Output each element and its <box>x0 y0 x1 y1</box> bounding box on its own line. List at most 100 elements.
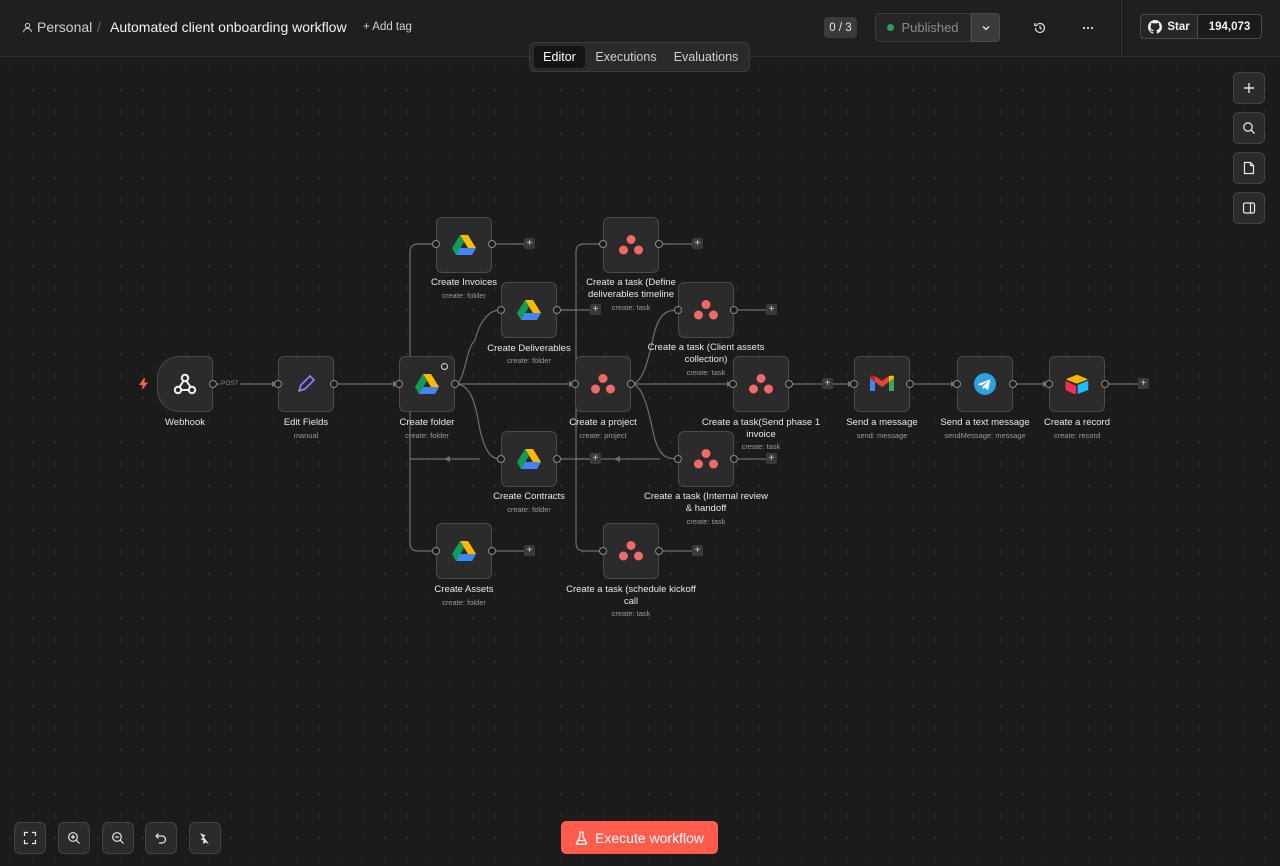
output-port[interactable] <box>488 547 496 555</box>
pencil-icon <box>294 372 318 396</box>
undo-icon <box>154 831 168 845</box>
node-edit-fields[interactable] <box>278 356 334 412</box>
output-port[interactable] <box>730 455 738 463</box>
add-node-button[interactable]: + <box>692 238 703 249</box>
input-port[interactable] <box>1045 380 1053 388</box>
output-port[interactable] <box>451 380 459 388</box>
input-port[interactable] <box>497 455 505 463</box>
add-node-button[interactable]: + <box>692 545 703 556</box>
google-drive-icon <box>517 448 541 470</box>
execute-workflow-button[interactable]: Execute workflow <box>561 821 718 854</box>
flask-icon <box>575 830 588 845</box>
input-port[interactable] <box>674 306 682 314</box>
sticky-note-button[interactable] <box>1233 152 1265 184</box>
tidy-up-button[interactable] <box>189 822 221 854</box>
node-label: Create a record <box>1043 417 1110 428</box>
node-subtitle: create: task <box>611 609 651 618</box>
node-create-invoices[interactable] <box>436 217 492 273</box>
node-label: Create Assets <box>434 584 494 595</box>
input-port[interactable] <box>274 380 282 388</box>
node-create-record[interactable] <box>1049 356 1105 412</box>
add-node-button[interactable]: + <box>1138 378 1149 389</box>
node-label: Create a task (Define deliverables timel… <box>586 277 676 300</box>
output-port[interactable] <box>655 547 663 555</box>
node-send-text-message[interactable] <box>957 356 1013 412</box>
output-port[interactable] <box>785 380 793 388</box>
node-label: Create a project <box>569 417 637 428</box>
node-label: Edit Fields <box>283 417 329 428</box>
input-port[interactable] <box>674 455 682 463</box>
input-port[interactable] <box>599 240 607 248</box>
node-send-message[interactable] <box>854 356 910 412</box>
asana-icon <box>693 448 719 470</box>
node-label: Create folder <box>399 417 455 428</box>
input-port[interactable] <box>953 380 961 388</box>
search-nodes-button[interactable] <box>1233 112 1265 144</box>
output-port[interactable] <box>553 306 561 314</box>
tab-executions[interactable]: Executions <box>588 46 664 68</box>
tab-editor[interactable]: Editor <box>534 46 585 68</box>
zoom-in-button[interactable] <box>58 822 90 854</box>
add-node-button[interactable]: + <box>766 453 777 464</box>
input-port[interactable] <box>599 547 607 555</box>
sticky-note-icon <box>1242 161 1256 175</box>
input-port[interactable] <box>432 547 440 555</box>
node-task-define-deliverables[interactable] <box>603 217 659 273</box>
google-drive-icon <box>415 373 439 395</box>
node-task-client-assets[interactable] <box>678 282 734 338</box>
output-port[interactable] <box>627 380 635 388</box>
node-label: Create a task (Internal review & handoff <box>643 491 769 514</box>
output-port[interactable] <box>1009 380 1017 388</box>
google-drive-icon <box>452 540 476 562</box>
node-label: Create Contracts <box>493 491 565 502</box>
input-port[interactable] <box>432 240 440 248</box>
node-subtitle: create: folder <box>405 431 449 440</box>
view-tabs: Editor Executions Evaluations <box>529 42 750 72</box>
google-drive-icon <box>452 234 476 256</box>
node-create-deliverables[interactable] <box>501 282 557 338</box>
node-webhook[interactable] <box>157 356 213 412</box>
input-port[interactable] <box>395 380 403 388</box>
add-node-panel-button[interactable] <box>1233 72 1265 104</box>
add-node-button[interactable]: + <box>822 378 833 389</box>
node-create-project[interactable] <box>575 356 631 412</box>
tab-evaluations[interactable]: Evaluations <box>667 46 745 68</box>
asana-icon <box>693 299 719 321</box>
execute-workflow-label: Execute workflow <box>595 829 704 846</box>
output-port[interactable] <box>488 240 496 248</box>
node-label: Create a task (schedule kickoff call <box>566 584 696 607</box>
node-task-internal-review[interactable] <box>678 431 734 487</box>
undo-button[interactable] <box>145 822 177 854</box>
webhook-edge-label: POST <box>220 380 240 387</box>
output-port[interactable] <box>330 380 338 388</box>
output-port[interactable] <box>553 455 561 463</box>
add-node-button[interactable]: + <box>524 238 535 249</box>
node-task-kickoff-call[interactable] <box>603 523 659 579</box>
google-drive-icon <box>517 299 541 321</box>
node-subtitle: create: task <box>686 517 726 526</box>
asana-icon <box>618 234 644 256</box>
zoom-out-button[interactable] <box>102 822 134 854</box>
node-task-send-invoice[interactable] <box>733 356 789 412</box>
input-port[interactable] <box>850 380 858 388</box>
add-node-button[interactable]: + <box>524 545 535 556</box>
add-node-button[interactable]: + <box>590 453 601 464</box>
plus-icon <box>1242 81 1256 95</box>
input-port[interactable] <box>729 380 737 388</box>
add-node-button[interactable]: + <box>766 304 777 315</box>
node-create-assets[interactable] <box>436 523 492 579</box>
output-port[interactable] <box>906 380 914 388</box>
input-port[interactable] <box>571 380 579 388</box>
input-port[interactable] <box>497 306 505 314</box>
output-port[interactable] <box>730 306 738 314</box>
node-label: Webhook <box>165 417 205 428</box>
toggle-panel-button[interactable] <box>1233 192 1265 224</box>
fit-view-button[interactable] <box>14 822 46 854</box>
output-port[interactable] <box>1101 380 1109 388</box>
node-subtitle: create: record <box>1053 431 1101 440</box>
node-subtitle: create: folder <box>442 598 486 607</box>
node-activity-icon <box>441 363 448 370</box>
output-port[interactable] <box>655 240 663 248</box>
asana-icon <box>590 373 616 395</box>
output-port[interactable] <box>209 380 217 388</box>
